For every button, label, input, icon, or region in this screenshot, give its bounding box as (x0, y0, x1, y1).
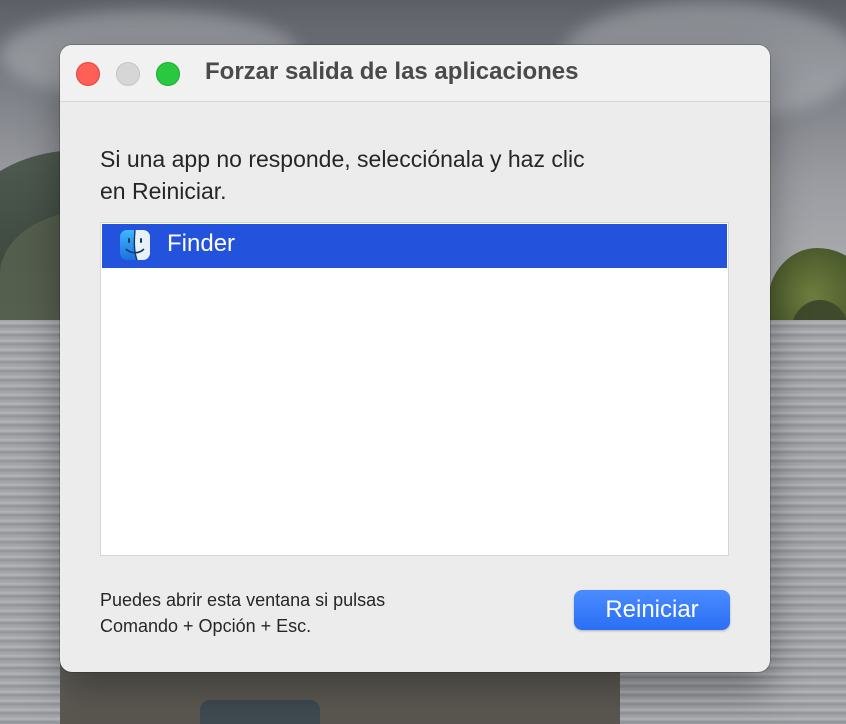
minimize-window-button[interactable] (116, 62, 140, 86)
shortcut-hint-line-2: Comando + Opción + Esc. (100, 616, 312, 636)
app-list-item-label: Finder (167, 230, 236, 257)
instructions-text: Si una app no responde, selecciónala y h… (100, 143, 720, 207)
instructions-line-1: Si una app no responde, selecciónala y h… (100, 146, 585, 172)
app-list[interactable]: Finder (100, 222, 729, 556)
shortcut-hint-line-1: Puedes abrir esta ventana si pulsas (100, 590, 386, 610)
window-title: Forzar salida de las aplicaciones (205, 58, 579, 85)
shortcut-hint: Puedes abrir esta ventana si pulsas Coma… (100, 587, 500, 639)
finder-icon (120, 229, 150, 261)
close-window-button[interactable] (76, 62, 100, 86)
force-quit-window: Forzar salida de las aplicaciones Si una… (60, 45, 770, 672)
relaunch-button[interactable]: Reiniciar (574, 590, 730, 630)
title-bar[interactable]: Forzar salida de las aplicaciones (60, 45, 770, 102)
zoom-window-button[interactable] (156, 62, 180, 86)
instructions-line-2: en Reiniciar. (100, 178, 227, 204)
wallpaper-rock-detail (200, 700, 320, 724)
app-list-item-finder[interactable]: Finder (102, 224, 727, 268)
